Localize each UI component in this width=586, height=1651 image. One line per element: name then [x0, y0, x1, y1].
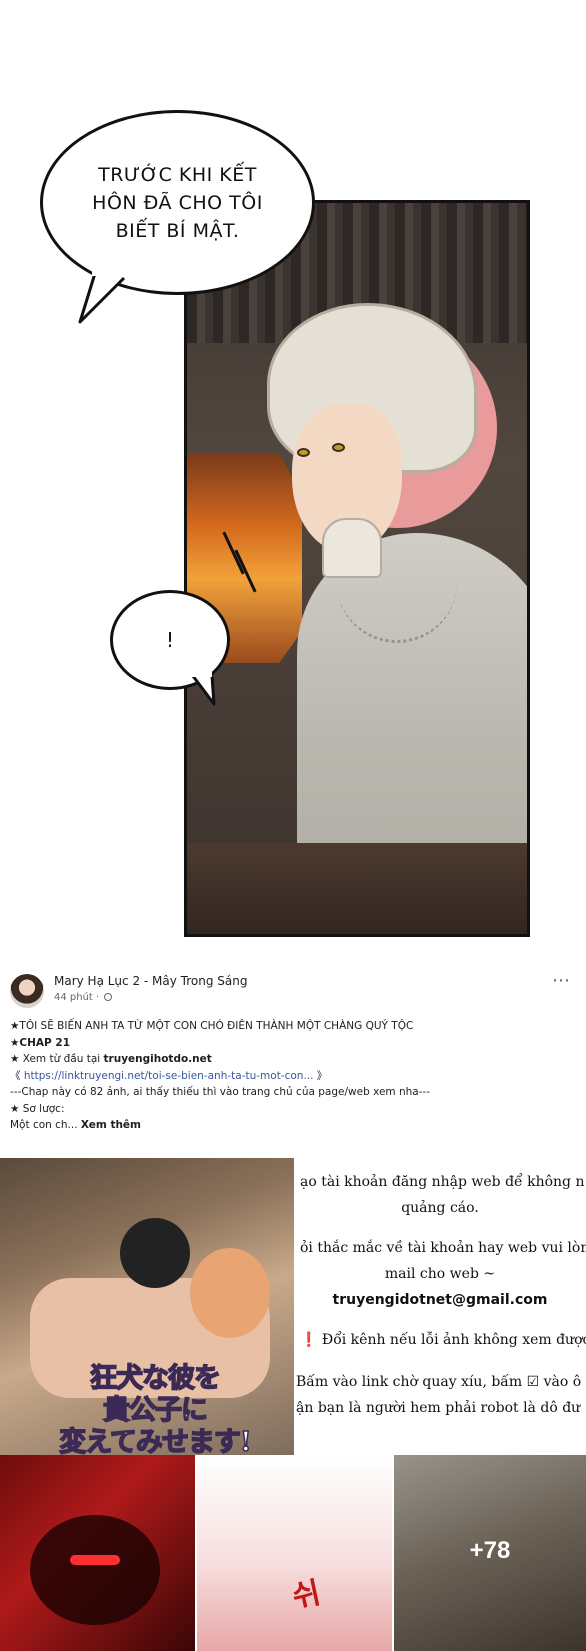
see-more-link[interactable]: Xem thêm	[81, 1119, 141, 1131]
post-time[interactable]: 44 phút ·	[54, 992, 99, 1003]
post-summary-label: ★ Sơ lược:	[10, 1102, 65, 1115]
media-thumb-3[interactable]: +78	[394, 1455, 586, 1651]
more-options-icon[interactable]: ⋯	[552, 972, 571, 990]
summary-text: Một con ch...	[10, 1119, 81, 1131]
post-title-line: ★TÔI SẼ BIẾN ANH TA TỪ MỘT CON CHÓ ĐIÊN …	[10, 1020, 414, 1032]
notice-line-4: mail cho web ~	[384, 1266, 496, 1282]
cover-figure-dark-hair	[120, 1218, 190, 1288]
post-meta: 44 phút ·	[54, 992, 113, 1003]
media-thumb-2[interactable]: 쉬	[197, 1455, 392, 1651]
more-photos-count[interactable]: +78	[394, 1537, 586, 1565]
read-prefix: ★ Xem từ đầu tại	[10, 1053, 104, 1065]
notice-line-1: ạo tài khoản đăng nhập web để không n	[300, 1174, 585, 1190]
post-header: Mary Hạ Lục 2 - Mây Trong Sáng 44 phút ·…	[0, 968, 586, 1018]
cover-figure-red-hair	[190, 1248, 270, 1338]
link-close: 》	[313, 1069, 328, 1082]
character-eye-right	[332, 443, 345, 452]
post-note-line: ---Chap này có 82 ảnh, ai thấy thiếu thì…	[10, 1086, 431, 1098]
post-media-grid: 狂犬な彼を 貴公子に 変えてみせます! ạo tài khoản đăng nh…	[0, 1158, 586, 1651]
post-author[interactable]: Mary Hạ Lục 2 - Mây Trong Sáng	[54, 974, 247, 988]
warning-icon: ❗	[300, 1332, 318, 1348]
facebook-post: Mary Hạ Lục 2 - Mây Trong Sáng 44 phút ·…	[0, 968, 586, 1134]
speech-bubble-main-tail	[78, 270, 126, 324]
notice-line-7: Bấm vào link chờ quay xíu, bấm ☑ vào ô	[296, 1374, 582, 1390]
notice-email: truyengidotnet@gmail.com	[332, 1292, 548, 1308]
globe-icon	[104, 993, 113, 1001]
speech-bubble-main-text: TRƯỚC KHI KẾT HÔN ĐÃ CHO TÔI BIẾT BÍ MẬT…	[92, 163, 263, 242]
comic-panel	[184, 200, 530, 937]
post-link-line: 《 https://linktruyengi.net/toi-se-bien-a…	[10, 1068, 576, 1085]
character-eye-left	[297, 448, 310, 457]
bonnet-ribbon	[322, 518, 382, 578]
media-thumb-1[interactable]	[0, 1455, 195, 1651]
notice-line-3: ỏi thắc mắc về tài khoản hay web vui lòn	[300, 1240, 586, 1256]
thumb-1-eyes	[70, 1555, 120, 1565]
post-link[interactable]: https://linktruyengi.net/toi-se-bien-anh…	[24, 1070, 314, 1082]
cover-title: 狂犬な彼を 貴公子に 変えてみせます!	[58, 1362, 252, 1455]
notice-line-8: ận bạn là người hem phải robot là dô đư	[296, 1400, 581, 1416]
notice-line-6-text: Đổi kênh nếu lỗi ảnh không xem được	[317, 1332, 586, 1348]
notice-line-2: quảng cáo.	[401, 1200, 479, 1216]
post-summary-line: Một con ch... Xem thêm	[10, 1117, 576, 1134]
avatar[interactable]	[10, 974, 44, 1008]
speech-bubble-exclaim-tail	[190, 672, 216, 706]
carriage-seat	[187, 843, 527, 934]
post-body: ★TÔI SẼ BIẾN ANH TA TỪ MỘT CON CHÓ ĐIÊN …	[0, 1018, 586, 1134]
link-open: 《	[10, 1069, 24, 1082]
media-notice-image[interactable]: ạo tài khoản đăng nhập web để không n qu…	[294, 1158, 586, 1455]
notice-line-6: ❗ Đổi kênh nếu lỗi ảnh không xem được	[300, 1328, 586, 1352]
speech-bubble-main: TRƯỚC KHI KẾT HÔN ĐÃ CHO TÔI BIẾT BÍ MẬT…	[40, 110, 315, 295]
thumb-2-sfx: 쉬	[289, 1575, 324, 1616]
post-read-line: ★ Xem từ đầu tại truyengihotdo.net	[10, 1051, 576, 1068]
post-chapter-line: ★CHAP 21	[10, 1036, 70, 1049]
read-site: truyengihotdo.net	[103, 1053, 212, 1065]
speech-bubble-exclaim-text: !	[165, 628, 175, 652]
media-cover-image[interactable]: 狂犬な彼を 貴公子に 変えてみせます!	[0, 1158, 294, 1455]
thumb-1-figure	[30, 1515, 160, 1625]
